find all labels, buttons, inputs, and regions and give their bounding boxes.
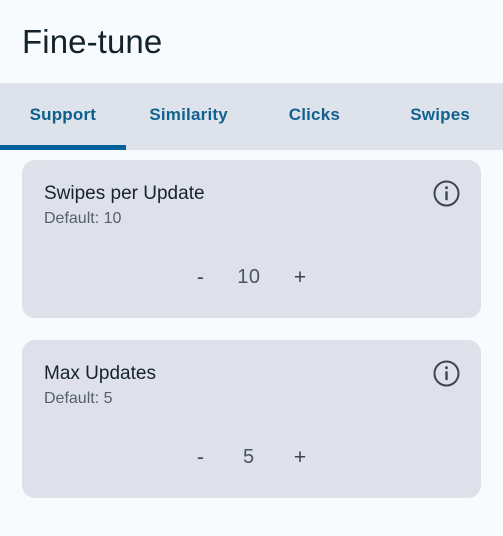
setting-default-value: Default: 10	[44, 209, 122, 227]
tab-support-label: Support	[29, 104, 97, 124]
tab-similarity-label: Similarity	[149, 104, 228, 124]
setting-card-max-updates: Max Updates Default: 5 - 5 +	[22, 340, 481, 498]
fine-tune-screen: Fine-tune Support Similarity Clicks Swip…	[0, 0, 503, 536]
tab-clicks-label: Clicks	[288, 104, 341, 124]
setting-card-swipes-per-update: Swipes per Update Default: 10 - 10 +	[22, 160, 481, 318]
tab-clicks[interactable]: Clicks	[252, 83, 378, 150]
tab-active-indicator	[0, 145, 126, 150]
tab-swipes-label: Swipes	[410, 104, 471, 124]
setting-default-value: Default: 5	[44, 389, 113, 407]
info-circle-icon[interactable]	[433, 180, 460, 207]
tab-swipes[interactable]: Swipes	[377, 83, 503, 150]
increment-button[interactable]: +	[284, 263, 316, 292]
app-header: Fine-tune	[0, 0, 503, 83]
tab-bar: Support Similarity Clicks Swipes	[0, 83, 503, 150]
stepper-swipes-per-update: - 10 +	[44, 263, 459, 292]
stepper-max-updates: - 5 +	[44, 443, 459, 472]
setting-title: Max Updates	[44, 363, 156, 384]
page-title: Fine-tune	[22, 23, 163, 60]
decrement-button[interactable]: -	[187, 263, 214, 292]
stepper-value: 10	[237, 266, 261, 289]
settings-list: Swipes per Update Default: 10 - 10 + Max…	[0, 150, 503, 536]
info-circle-icon[interactable]	[433, 360, 460, 387]
tab-list: Support Similarity Clicks Swipes	[0, 83, 503, 150]
increment-button[interactable]: +	[284, 443, 316, 472]
tab-support[interactable]: Support	[0, 83, 126, 150]
setting-title: Swipes per Update	[44, 183, 205, 204]
decrement-button[interactable]: -	[187, 443, 214, 472]
tab-similarity[interactable]: Similarity	[126, 83, 252, 150]
stepper-value: 5	[243, 446, 255, 469]
